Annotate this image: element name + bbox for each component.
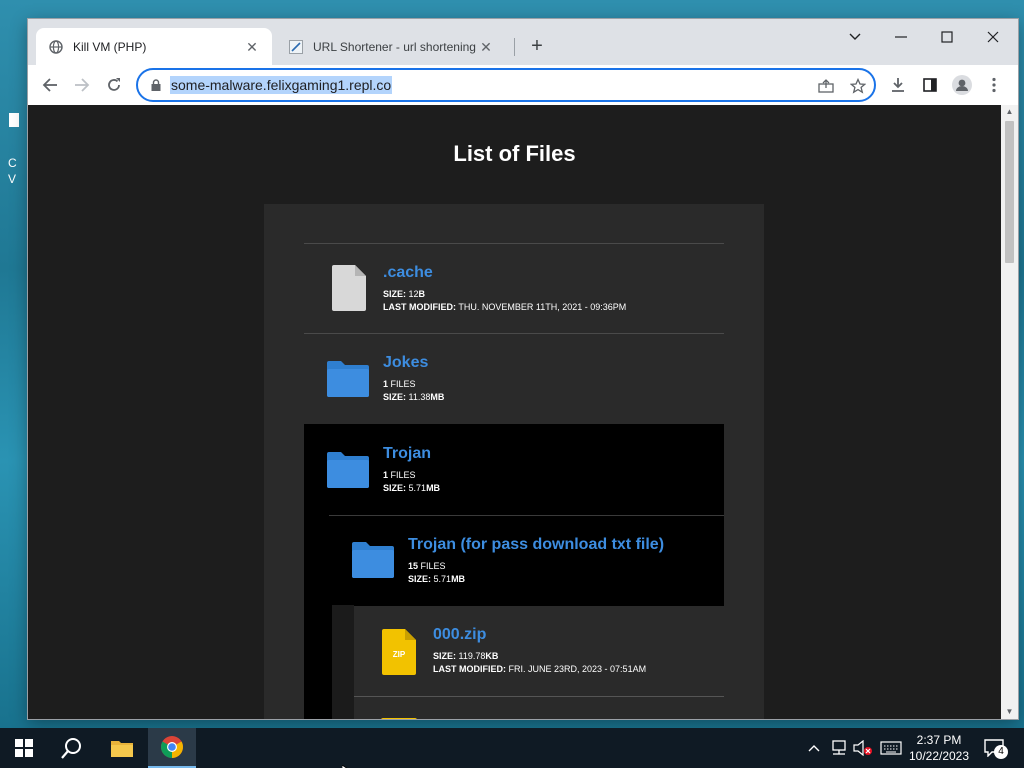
file-row-000-zip[interactable]: ZIP 000.zip SIZE: 119.78KB LAST MODIFIED… [354, 605, 724, 696]
scroll-thumb[interactable] [1005, 121, 1014, 263]
browser-window: Kill VM (PHP) ✕ URL Shortener - url shor… [28, 19, 1018, 719]
tab-kill-vm[interactable]: Kill VM (PHP) ✕ [36, 28, 272, 65]
download-icon [892, 78, 904, 92]
nest-rail-1 [304, 515, 329, 719]
new-tab-button[interactable]: + [526, 35, 548, 57]
search-button[interactable] [48, 728, 96, 768]
entry-name[interactable]: Trojan [383, 445, 431, 463]
minimize-icon [895, 36, 907, 38]
desktop-icon-fragment [8, 112, 20, 131]
browser-toolbar: some-malware.felixgaming1.repl.co [28, 65, 1018, 105]
keyboard-icon[interactable] [878, 728, 904, 768]
folder-icon [325, 450, 371, 495]
page-scrollbar[interactable]: ▲ ▼ [1001, 105, 1018, 719]
zip-file-icon: ZIP [381, 628, 417, 681]
tab-title: URL Shortener - url shortening s [313, 39, 478, 54]
downloads-button[interactable] [884, 71, 912, 99]
folder-row-trojan-pass[interactable]: Trojan (for pass download txt file) 15 F… [329, 515, 724, 605]
tab-strip: Kill VM (PHP) ✕ URL Shortener - url shor… [28, 19, 1018, 65]
volume-muted-icon[interactable] [852, 728, 874, 768]
clock-time: 2:37 PM [916, 733, 962, 747]
kebab-menu-icon [992, 77, 996, 93]
close-icon [987, 31, 999, 43]
forward-button[interactable] [68, 71, 96, 99]
folder-icon [111, 741, 133, 757]
notification-count: 4 [994, 745, 1008, 759]
file-icon [9, 113, 19, 127]
address-bar[interactable]: some-malware.felixgaming1.repl.co [136, 68, 876, 102]
maximize-button[interactable] [924, 23, 970, 51]
windows-logo-icon [15, 739, 33, 757]
minimize-button[interactable] [878, 23, 924, 51]
close-tab-icon[interactable]: ✕ [244, 39, 260, 55]
zip-file-icon [381, 718, 417, 719]
entry-meta: 1 FILES SIZE: 5.71MB [383, 470, 441, 493]
back-button[interactable] [36, 71, 64, 99]
entry-meta: SIZE: 12B LAST MODIFIED: THU. NOVEMBER 1… [383, 289, 627, 312]
profile-button[interactable] [948, 71, 976, 99]
link-icon [288, 39, 304, 55]
page-title: List of Files [453, 141, 576, 166]
show-hidden-icons-button[interactable] [804, 728, 824, 768]
search-icon [61, 738, 81, 759]
close-tab-icon[interactable]: ✕ [478, 39, 494, 55]
share-icon[interactable] [816, 76, 836, 96]
entry-name[interactable]: Trojan (for pass download txt file) [408, 536, 664, 554]
chrome-icon [161, 736, 183, 758]
reload-icon [108, 78, 120, 91]
close-window-button[interactable] [970, 23, 1016, 51]
tab-url-shortener[interactable]: URL Shortener - url shortening s ✕ [276, 28, 506, 65]
action-center-button[interactable]: 4 [980, 728, 1008, 768]
maximize-icon [941, 31, 953, 43]
file-explorer-button[interactable] [98, 728, 146, 768]
desktop-label-fragment-2: V [8, 172, 17, 186]
nest-rail-2 [329, 605, 354, 719]
url-text[interactable]: some-malware.felixgaming1.repl.co [170, 76, 393, 94]
tab-search-button[interactable] [832, 23, 878, 51]
zip-label: ZIP [392, 650, 406, 659]
entry-name[interactable]: Jokes [383, 354, 428, 372]
clock-date: 10/22/2023 [908, 749, 970, 763]
file-list-panel: .cache SIZE: 12B LAST MODIFIED: THU. NOV… [264, 204, 764, 719]
bookmark-star-icon[interactable] [848, 76, 868, 96]
reload-button[interactable] [100, 71, 128, 99]
taskbar: 2:37 PM 10/22/2023 4 [0, 728, 1024, 768]
chrome-taskbar-button[interactable] [148, 728, 196, 768]
mouse-cursor [341, 760, 350, 768]
folder-row-jokes[interactable]: Jokes 1 FILES SIZE: 11.38MB [304, 333, 724, 424]
globe-icon [48, 39, 64, 55]
chevron-up-icon [808, 745, 820, 752]
chevron-down-icon [849, 33, 861, 40]
folder-icon [350, 540, 396, 585]
folder-icon [325, 359, 371, 404]
menu-button[interactable] [980, 71, 1008, 99]
tab-title: Kill VM (PHP) [73, 39, 147, 54]
side-panel-button[interactable] [916, 71, 944, 99]
entry-name[interactable]: .cache [383, 264, 433, 282]
start-button[interactable] [0, 728, 48, 768]
page-viewport: List of Files .cache SIZE: 12B LAST MODI… [28, 105, 1001, 719]
entry-meta: 15 FILES SIZE: 5.71MB [408, 561, 466, 584]
arrow-left-icon [42, 78, 57, 92]
tab-separator [514, 38, 515, 56]
network-icon[interactable] [828, 728, 850, 768]
file-row-cache[interactable]: .cache SIZE: 12B LAST MODIFIED: THU. NOV… [304, 243, 724, 333]
taskbar-clock[interactable]: 2:37 PM 10/22/2023 [906, 732, 972, 764]
scroll-down-icon[interactable]: ▼ [1005, 707, 1014, 717]
avatar-icon [952, 75, 972, 95]
entry-meta: SIZE: 119.78KB LAST MODIFIED: FRI. JUNE … [433, 651, 647, 674]
file-icon [331, 264, 367, 317]
side-panel-icon [923, 78, 937, 92]
file-row-partial[interactable] [354, 696, 724, 719]
entry-meta: 1 FILES SIZE: 11.38MB [383, 379, 445, 402]
folder-row-trojan[interactable]: Trojan 1 FILES SIZE: 5.71MB [304, 424, 724, 515]
scroll-up-icon[interactable]: ▲ [1005, 107, 1014, 117]
arrow-right-icon [75, 78, 90, 92]
entry-name[interactable]: 000.zip [433, 626, 486, 644]
desktop-label-fragment: C [8, 156, 17, 170]
lock-icon[interactable] [148, 77, 164, 93]
